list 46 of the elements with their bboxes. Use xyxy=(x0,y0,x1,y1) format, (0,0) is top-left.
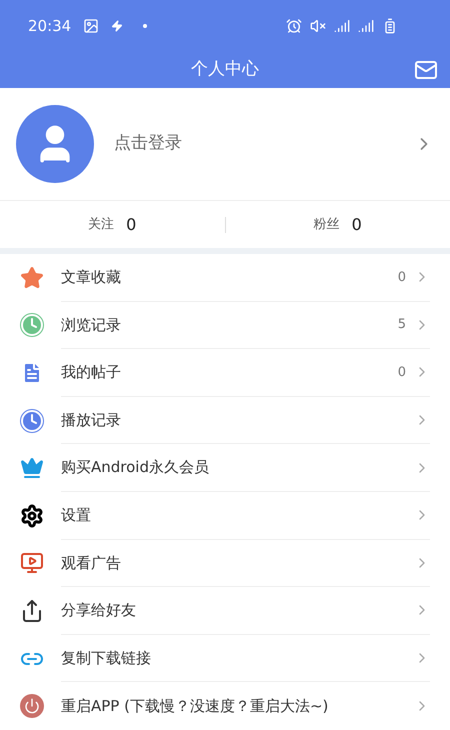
menu-item[interactable]: 浏览记录 5 xyxy=(0,302,450,350)
monitor-play-icon xyxy=(20,551,44,576)
clock-icon xyxy=(20,408,44,433)
clock-time: 20:34 xyxy=(28,16,72,37)
mute-icon xyxy=(310,18,326,34)
signal-icon xyxy=(334,18,350,34)
menu-label: 观看广告 xyxy=(61,552,122,574)
menu-label: 浏览记录 xyxy=(61,314,122,336)
stat-count: 0 xyxy=(352,214,362,236)
stat-label: 关注 xyxy=(88,216,114,234)
stat-count: 0 xyxy=(126,214,136,236)
menu-label: 我的帖子 xyxy=(61,362,122,384)
menu-item[interactable]: 购买Android永久会员 xyxy=(0,444,450,492)
menu-item[interactable]: 观看广告 xyxy=(0,540,450,588)
crown-icon xyxy=(20,456,44,480)
menu-item[interactable]: 设置 xyxy=(0,492,450,540)
menu-count: 0 xyxy=(398,268,406,287)
menu-count: 0 xyxy=(398,364,406,382)
alarm-icon xyxy=(286,18,302,34)
menu-item[interactable]: 分享给好友 xyxy=(0,587,450,635)
settings-icon xyxy=(20,504,44,528)
menu-label: 购买Android永久会员 xyxy=(61,457,210,478)
bolt-icon xyxy=(111,20,124,32)
menu-count: 5 xyxy=(398,316,406,334)
menu-label: 重启APP (下载慢？没速度？重启大法~) xyxy=(61,696,330,717)
menu-label: 分享给好友 xyxy=(61,600,137,622)
clock-icon xyxy=(20,313,44,338)
menu-label: 复制下载链接 xyxy=(61,648,152,669)
menu-item[interactable]: 文章收藏 0 xyxy=(0,254,450,302)
stat-label: 粉丝 xyxy=(314,216,340,234)
mail-icon[interactable] xyxy=(414,58,438,82)
menu-label: 设置 xyxy=(61,505,92,526)
power-icon xyxy=(20,694,44,718)
login-text: 点击登录 xyxy=(114,132,183,156)
share-icon xyxy=(20,598,44,623)
menu-item[interactable]: 播放记录 xyxy=(0,396,450,444)
star-icon xyxy=(20,266,44,290)
page-title: 个人中心 xyxy=(191,58,259,82)
menu-item[interactable]: 复制下载链接 xyxy=(0,634,450,682)
menu-label: 文章收藏 xyxy=(61,267,122,288)
menu-item[interactable]: 重启APP (下载慢？没速度？重启大法~) xyxy=(0,682,450,730)
signal-icon xyxy=(358,18,374,34)
image-icon xyxy=(83,18,100,34)
menu-item[interactable]: 我的帖子 0 xyxy=(0,349,450,397)
profile-row[interactable]: 点击登录 xyxy=(0,88,450,201)
menu-label: 播放记录 xyxy=(61,410,122,431)
